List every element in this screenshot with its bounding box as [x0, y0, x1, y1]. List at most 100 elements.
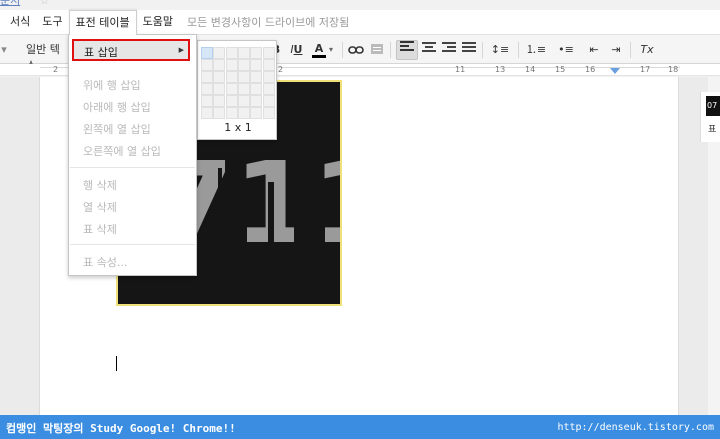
submenu-arrow-icon: ▶ — [178, 46, 184, 54]
watermark-banner: 컴맹인 막팅장의 Study Google! Chrome!! http://d… — [0, 415, 720, 439]
bulleted-list-icon[interactable]: •≡ — [554, 42, 578, 58]
grid-cell[interactable] — [201, 59, 213, 71]
menu-divider — [70, 244, 195, 245]
grid-cell[interactable] — [213, 59, 226, 71]
grid-cell[interactable] — [213, 71, 226, 83]
style-select[interactable]: 일반 텍스 — [26, 42, 68, 72]
banner-url: http://denseuk.tistory.com — [557, 422, 714, 433]
toolbar-divider — [342, 42, 343, 58]
grid-cell[interactable] — [201, 71, 213, 83]
menu-table[interactable]: 표전 테이블 — [68, 9, 137, 35]
grid-cell[interactable] — [250, 59, 263, 71]
banner-caption: 컴맹인 막팅장의 Study Google! Chrome!! — [6, 422, 236, 435]
grid-size-label: 1 x 1 — [224, 121, 252, 134]
toolbar-divider — [630, 42, 631, 58]
grid-cell[interactable] — [225, 47, 238, 59]
star-icon[interactable]: ☆ — [40, 0, 49, 7]
grid-cell[interactable] — [237, 59, 250, 71]
grid-cell[interactable] — [201, 83, 213, 95]
grid-cell[interactable] — [262, 95, 275, 107]
toolbar-divider — [482, 42, 483, 58]
delete-column[interactable]: 열 삭제 — [83, 199, 117, 215]
toolbar-divider — [518, 42, 519, 58]
grid-cell[interactable] — [237, 71, 250, 83]
numbered-list-icon[interactable]: ⒈≡ — [524, 42, 548, 58]
insert-column-left[interactable]: 왼쪽에 열 삽입 — [83, 121, 151, 137]
grid-cell[interactable] — [201, 47, 213, 59]
insert-column-right[interactable]: 오른쪽에 열 삽입 — [83, 143, 161, 159]
grid-cell[interactable] — [237, 107, 250, 119]
grid-cell[interactable] — [250, 47, 263, 59]
insert-table-item[interactable]: 표 삽입 ▶ — [72, 39, 190, 61]
save-status: 모든 변경사항이 드라이브에 저장됨 — [186, 16, 350, 29]
insert-row-above[interactable]: 위에 행 삽입 — [83, 77, 141, 93]
grid-cell[interactable] — [201, 107, 213, 119]
text-color-button[interactable]: A — [312, 42, 326, 58]
grid-cell[interactable] — [262, 71, 275, 83]
line-spacing-icon[interactable]: ↕≡ — [488, 42, 512, 58]
ruler-number: 2 — [278, 65, 284, 74]
delete-table[interactable]: 표 삭제 — [83, 221, 117, 237]
grid-cell[interactable] — [237, 47, 250, 59]
grid-cell[interactable] — [213, 83, 226, 95]
clear-formatting-button[interactable]: Tx — [638, 42, 656, 58]
thumbnail-label: 표 — [708, 125, 717, 135]
align-right-button[interactable] — [441, 42, 457, 58]
menu-divider — [70, 167, 195, 168]
grid-cell[interactable] — [262, 59, 275, 71]
grid-cell[interactable] — [262, 107, 275, 119]
link-icon[interactable] — [348, 42, 364, 58]
grid-cell[interactable] — [213, 95, 226, 107]
grid-cell[interactable] — [213, 107, 226, 119]
ruler-number: 11 — [455, 65, 466, 74]
grid-cell[interactable] — [262, 83, 275, 95]
thumbnail-panel[interactable]: 07 표 — [700, 92, 720, 142]
delete-row[interactable]: 행 삭제 — [83, 177, 117, 193]
align-left-button[interactable] — [396, 40, 418, 60]
menu-help[interactable]: 도움말 — [137, 10, 179, 34]
grid-cell[interactable] — [250, 71, 263, 83]
right-indent-marker[interactable] — [610, 68, 620, 74]
ruler-number: 18 — [668, 65, 679, 74]
toolbar-divider — [390, 42, 391, 58]
ruler-number: 15 — [555, 65, 566, 74]
comment-icon[interactable] — [370, 42, 384, 58]
grid-cell[interactable] — [225, 59, 238, 71]
page-thumbnail[interactable]: 07 — [706, 96, 720, 116]
grid-cell[interactable] — [225, 95, 238, 107]
ruler-number: 2 — [53, 65, 59, 74]
insert-row-below[interactable]: 아래에 행 삽입 — [83, 99, 151, 115]
grid-cell[interactable] — [213, 47, 226, 59]
align-center-button[interactable] — [421, 42, 437, 58]
grid-cell[interactable] — [250, 95, 263, 107]
grid-cell[interactable] — [250, 107, 263, 119]
grid-cells[interactable] — [201, 47, 275, 119]
chevron-down-icon[interactable]: ▾ — [0, 42, 8, 58]
ruler-number: 14 — [525, 65, 536, 74]
menu-bar: 서식 도구 표전 테이블 도움말 모든 변경사항이 드라이브에 저장됨 — [0, 9, 720, 35]
align-justify-button[interactable] — [461, 42, 477, 58]
grid-cell[interactable] — [201, 95, 213, 107]
menu-tools[interactable]: 도구 — [36, 10, 68, 34]
table-size-picker[interactable]: 1 x 1 — [197, 40, 277, 140]
grid-cell[interactable] — [237, 83, 250, 95]
ruler-number: 17 — [640, 65, 651, 74]
insert-table-label: 표 삽입 — [84, 46, 118, 59]
table-properties[interactable]: 표 속성... — [83, 254, 127, 270]
increase-indent-icon[interactable]: ⇥ — [608, 42, 624, 58]
grid-cell[interactable] — [225, 71, 238, 83]
ruler-number: 13 — [495, 65, 506, 74]
text-cursor — [116, 356, 117, 371]
document-title[interactable]: 문서 — [0, 0, 40, 7]
grid-cell[interactable] — [262, 47, 275, 59]
chevron-down-icon[interactable]: ▾ — [327, 42, 335, 58]
menu-format[interactable]: 서식 — [4, 10, 36, 34]
table-dropdown-menu: 표 삽입 ▶ 위에 행 삽입 아래에 행 삽입 왼쪽에 열 삽입 오른쪽에 열 … — [68, 34, 197, 276]
underline-button[interactable]: U — [291, 42, 305, 58]
grid-cell[interactable] — [250, 83, 263, 95]
grid-cell[interactable] — [237, 95, 250, 107]
ruler-number: 16 — [585, 65, 596, 74]
decrease-indent-icon[interactable]: ⇤ — [586, 42, 602, 58]
grid-cell[interactable] — [225, 83, 238, 95]
grid-cell[interactable] — [225, 107, 238, 119]
